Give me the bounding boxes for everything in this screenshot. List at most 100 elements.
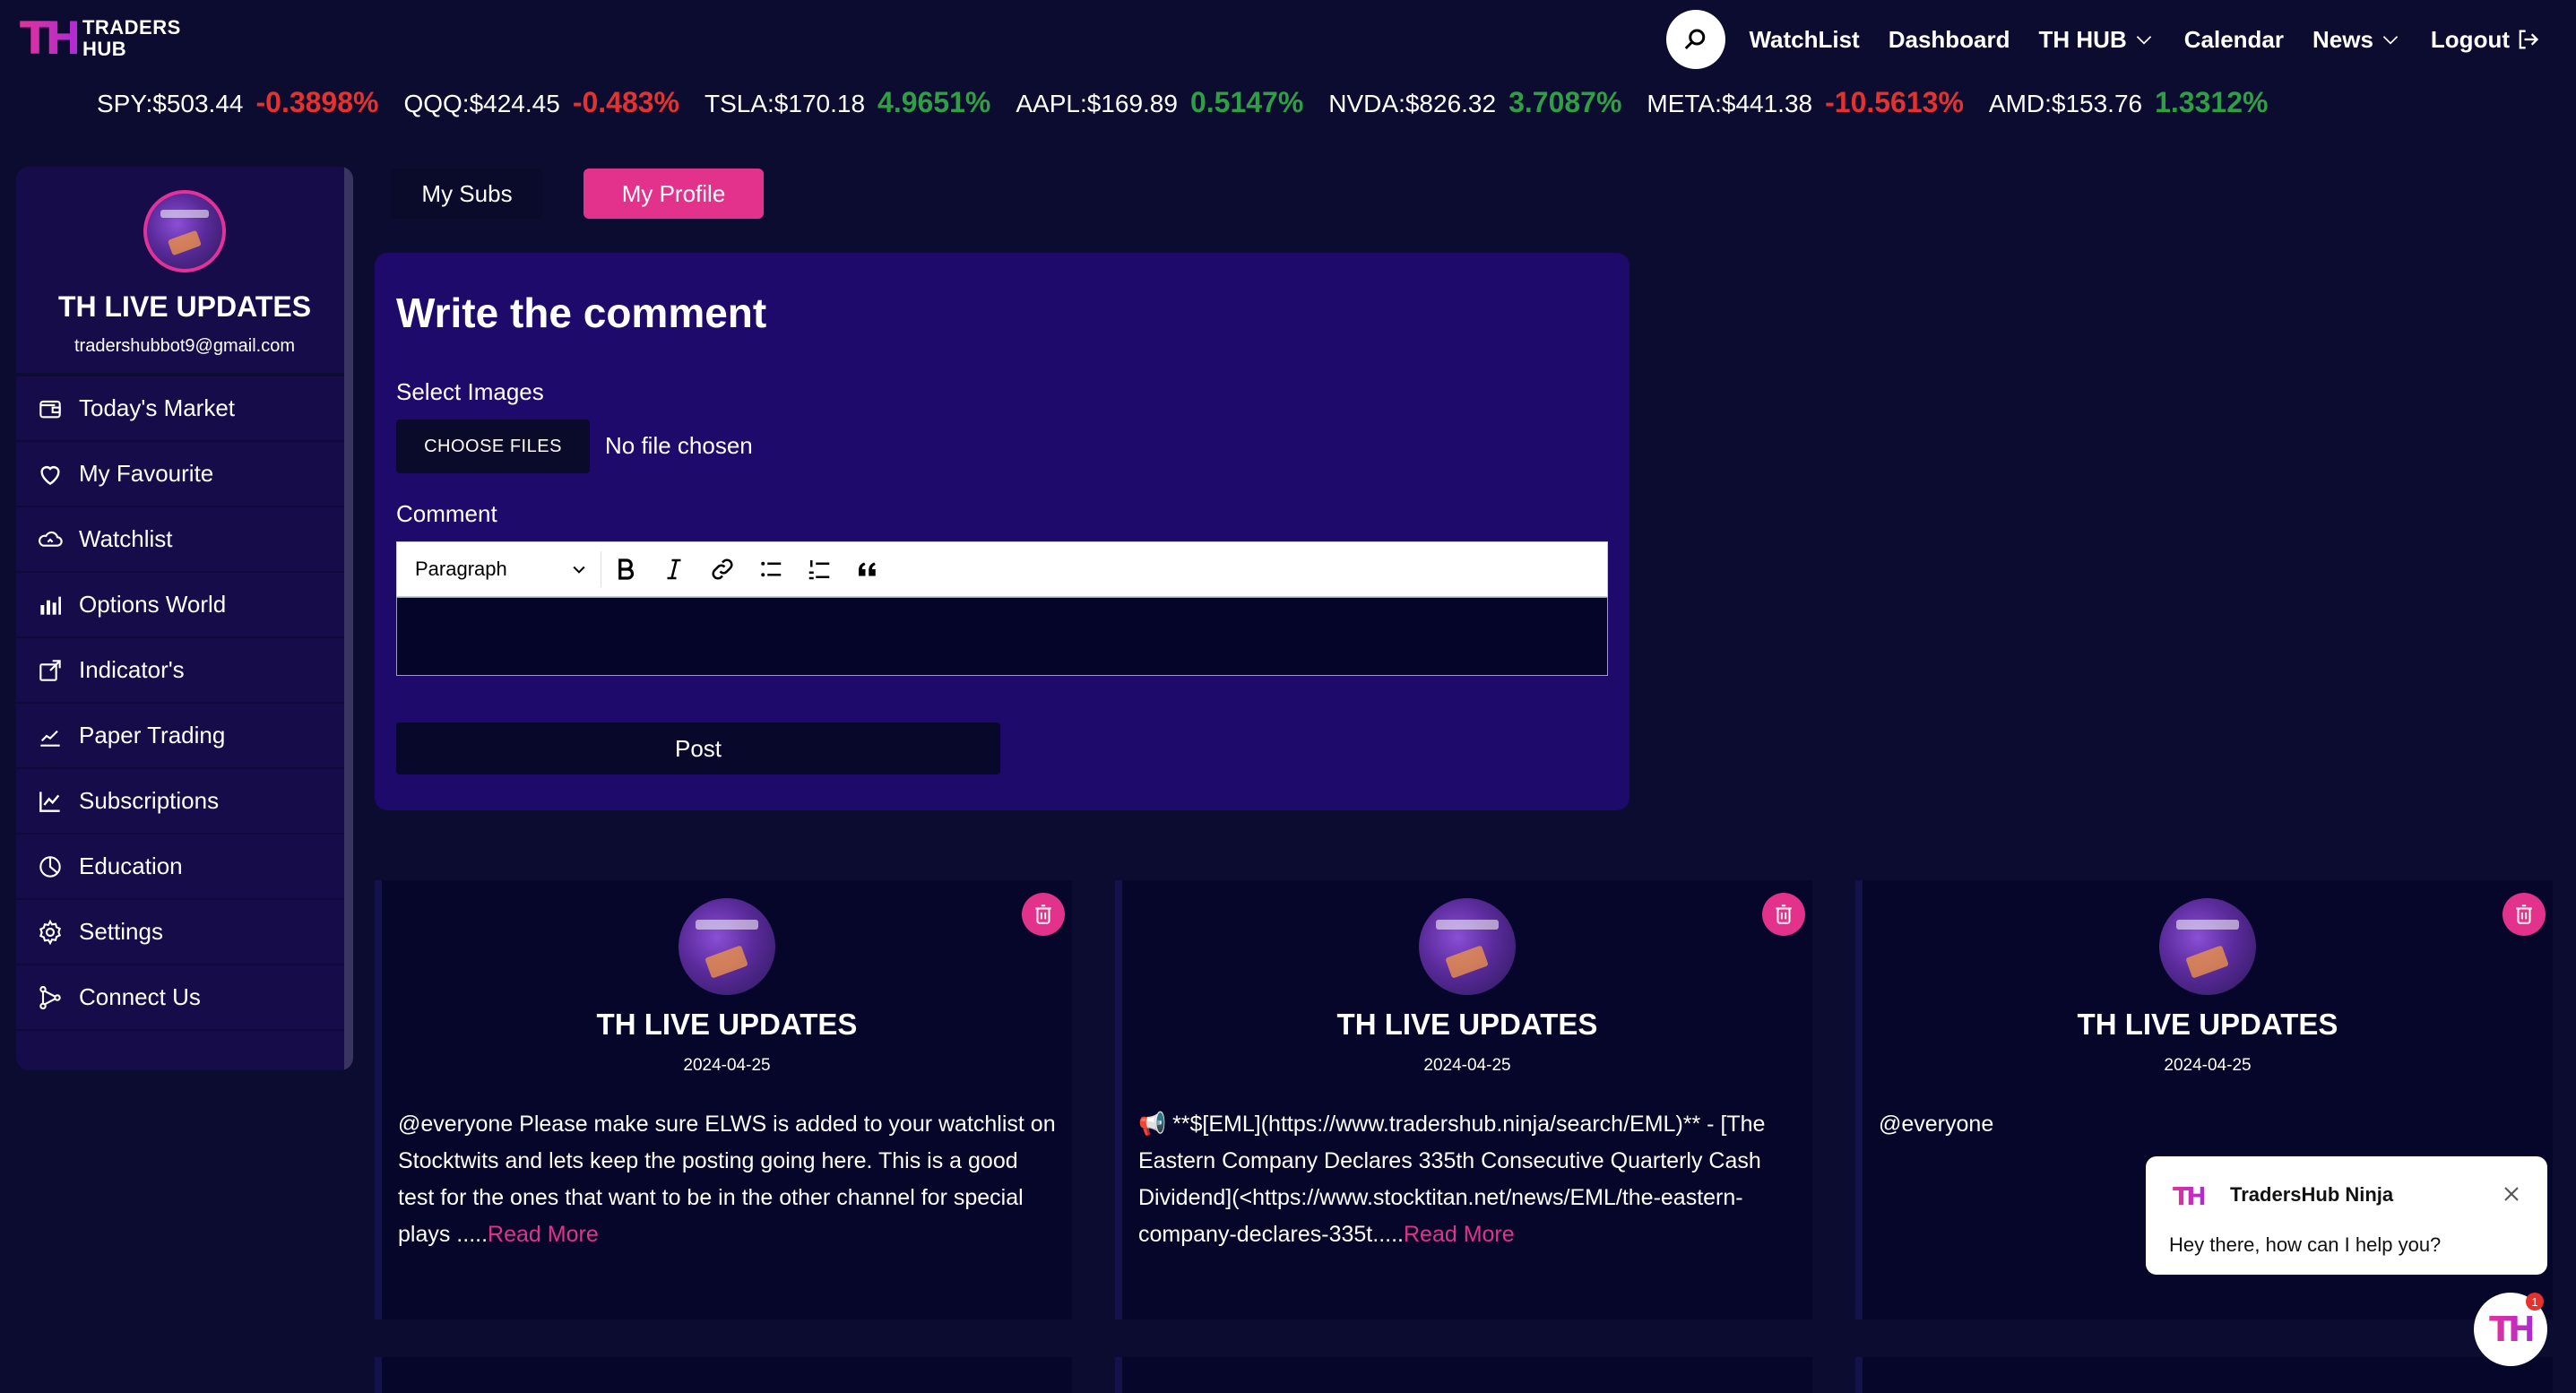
- nav-news[interactable]: News: [2312, 26, 2402, 54]
- logout-icon: [2519, 30, 2539, 49]
- sidebar-item-label: Options World: [79, 591, 227, 618]
- heart-icon: [40, 465, 60, 485]
- tab-my-profile[interactable]: My Profile: [583, 169, 764, 219]
- sidebar-item-label: Settings: [79, 918, 163, 945]
- sidebar-item-my-favourite[interactable]: My Favourite: [16, 442, 353, 507]
- tab-my-subs[interactable]: My Subs: [391, 169, 543, 219]
- sidebar-item-label: My Favourite: [79, 460, 214, 487]
- close-icon[interactable]: [2501, 1183, 2522, 1205]
- network-icon: [39, 985, 61, 1009]
- comment-label: Comment: [396, 500, 497, 527]
- bold-icon: [618, 558, 635, 580]
- read-more-link[interactable]: Read More: [1404, 1222, 1515, 1247]
- search-button[interactable]: [1666, 10, 1726, 69]
- chevron-down-icon: [573, 566, 585, 574]
- sidebar-item-todays-market[interactable]: Today's Market: [16, 376, 353, 442]
- file-status: No file chosen: [605, 432, 753, 459]
- sidebar-item-subscriptions[interactable]: Subscriptions: [16, 769, 353, 835]
- quote-button[interactable]: [843, 541, 892, 597]
- post-button[interactable]: Post: [396, 722, 1000, 774]
- ticker-item-nvda[interactable]: NVDA:$826.32 3.7087%: [1328, 86, 1621, 119]
- ticker-change: -0.3898%: [255, 86, 379, 118]
- choose-files-button[interactable]: CHOOSE FILES: [396, 420, 590, 473]
- post-card: TH LIVE UPDATES 2024-04-25 @everyone Ple…: [375, 880, 1072, 1319]
- comment-form-card: Write the comment Select Images CHOOSE F…: [375, 253, 1629, 810]
- sidebar-item-indicators[interactable]: Indicator's: [16, 638, 353, 704]
- nav-dashboard[interactable]: Dashboard: [1889, 26, 2010, 54]
- post-title: TH LIVE UPDATES: [2077, 1008, 2338, 1041]
- ticker-change: 0.5147%: [1189, 86, 1304, 118]
- post-body: @everyone Please make sure ELWS is added…: [398, 1106, 1058, 1253]
- chat-launcher-button[interactable]: TH 1: [2474, 1293, 2547, 1366]
- sidebar-item-settings[interactable]: Settings: [16, 900, 353, 965]
- stock-ticker: SPY:$503.44 -0.3898% QQQ:$424.45 -0.483%…: [97, 86, 2268, 119]
- italic-icon: [667, 558, 681, 580]
- logo[interactable]: TH TRADERS HUB: [20, 16, 190, 61]
- avatar: [2159, 898, 2256, 995]
- form-heading: Write the comment: [396, 290, 767, 336]
- chat-popup[interactable]: TH TradersHub Ninja Hey there, how can I…: [2146, 1156, 2547, 1275]
- avatar: [143, 190, 226, 273]
- ticker-symbol: AMD:$153.76: [1988, 90, 2143, 117]
- nav-watchlist[interactable]: WatchList: [1749, 26, 1859, 54]
- post-card-partial: [1115, 1357, 1812, 1393]
- ticker-item-qqq[interactable]: QQQ:$424.45 -0.483%: [403, 86, 679, 119]
- read-more-link[interactable]: Read More: [488, 1222, 599, 1247]
- delete-button[interactable]: [2503, 893, 2546, 936]
- ticker-item-amd[interactable]: AMD:$153.76 1.3312%: [1989, 86, 2269, 119]
- tab-label: My Subs: [421, 179, 513, 207]
- ticker-item-spy[interactable]: SPY:$503.44 -0.3898%: [97, 86, 378, 119]
- nav-logout[interactable]: Logout: [2431, 26, 2540, 54]
- sidebar-item-connect-us[interactable]: Connect Us: [16, 965, 353, 1031]
- images-label: Select Images: [396, 378, 544, 405]
- top-navbar: TH TRADERS HUB WatchList Dashboard TH HU…: [0, 0, 2576, 81]
- post-body: 📢 **$[EML](https://www.tradershub.ninja/…: [1138, 1106, 1798, 1253]
- link-icon: [712, 558, 733, 580]
- ticker-item-meta[interactable]: META:$441.38 -10.5613%: [1647, 86, 1963, 119]
- chart-bars-icon: [40, 596, 61, 615]
- nav-links: WatchList Dashboard TH HUB Calendar News…: [1666, 9, 2540, 70]
- sidebar-item-education[interactable]: Education: [16, 835, 353, 900]
- tab-label: My Profile: [621, 179, 726, 207]
- italic-button[interactable]: [650, 541, 698, 597]
- sidebar-item-watchlist[interactable]: Watchlist: [16, 507, 353, 573]
- ticker-symbol: SPY:$503.44: [97, 90, 244, 117]
- bold-button[interactable]: [601, 541, 650, 597]
- bullet-list-button[interactable]: [747, 541, 795, 597]
- logo-mark: TH: [20, 13, 82, 65]
- external-link-icon: [39, 659, 61, 681]
- post-date: 2024-04-25: [683, 1056, 771, 1075]
- ticker-item-tsla[interactable]: TSLA:$170.18 4.9651%: [705, 86, 990, 119]
- sidebar-scrollbar[interactable]: [344, 167, 353, 1070]
- search-icon: [1685, 29, 1706, 50]
- paragraph-select[interactable]: Paragraph: [397, 551, 601, 587]
- delete-button[interactable]: [1022, 893, 1065, 936]
- chat-launcher-logo: TH: [2489, 1310, 2537, 1349]
- ticker-item-aapl[interactable]: AAPL:$169.89 0.5147%: [1016, 86, 1303, 119]
- sidebar-item-options-world[interactable]: Options World: [16, 573, 353, 638]
- profile-name: TH LIVE UPDATES: [57, 290, 312, 323]
- logo-text: TRADERS HUB: [82, 16, 181, 60]
- comment-editor[interactable]: [396, 597, 1608, 676]
- link-button[interactable]: [698, 541, 747, 597]
- numbered-list-button[interactable]: [795, 541, 843, 597]
- nav-calendar[interactable]: Calendar: [2184, 26, 2284, 54]
- chevron-down-icon: [2382, 36, 2399, 45]
- sidebar-item-label: Connect Us: [79, 983, 201, 1010]
- post-date: 2024-04-25: [1423, 1056, 1511, 1075]
- post-card-partial: [375, 1357, 1072, 1393]
- cloud-icon: [39, 531, 63, 547]
- nav-th-hub[interactable]: TH HUB: [2039, 26, 2156, 54]
- sidebar-item-label: Paper Trading: [79, 722, 226, 748]
- sidebar-item-label: Watchlist: [79, 525, 173, 552]
- area-chart-icon: [39, 791, 60, 812]
- ticker-change: 3.7087%: [1508, 86, 1622, 118]
- delete-button[interactable]: [1762, 893, 1805, 936]
- quote-icon: [859, 562, 876, 576]
- trash-icon: [1776, 904, 1792, 924]
- bullet-list-icon: [761, 561, 782, 577]
- profile-header: TH LIVE UPDATES tradershubbot9@gmail.com: [16, 167, 353, 376]
- trash-icon: [2516, 904, 2532, 924]
- sidebar-item-paper-trading[interactable]: Paper Trading: [16, 704, 353, 769]
- nav-logout-label: Logout: [2430, 25, 2510, 53]
